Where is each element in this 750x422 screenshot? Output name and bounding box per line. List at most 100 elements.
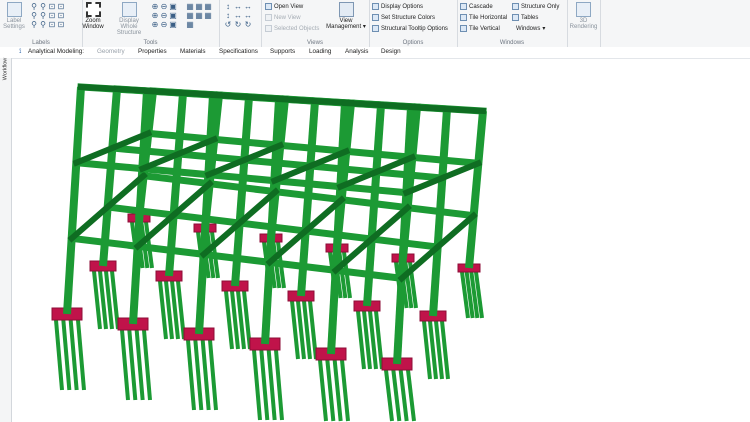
isometric-view-icon[interactable]: ▦ [186,3,194,11]
beam-member[interactable] [337,195,412,212]
beam-member[interactable] [367,235,442,251]
pile-member[interactable] [186,339,196,411]
pile-member[interactable] [406,369,416,422]
spin-right-icon[interactable]: ↻ [234,21,242,29]
pile-member[interactable] [54,319,64,391]
front-view-icon[interactable]: ▦ [195,3,203,11]
beam-member[interactable] [403,203,478,220]
bottom-view-icon[interactable]: ▦ [195,12,203,20]
pile-member[interactable] [398,369,409,422]
beam-member[interactable] [67,234,142,251]
label-settings-button[interactable]: Label Settings [2,2,26,30]
zoom-out-icon[interactable]: ⊖ [160,3,168,11]
rotate-right-icon[interactable]: ↔ [244,3,252,11]
set-structure-colors-button[interactable]: Set Structure Colors [372,14,435,21]
beam-member[interactable] [209,91,253,101]
zoom-dynamic-icon[interactable]: ⊕ [151,12,159,20]
beam-member[interactable] [144,129,219,144]
structure-3d-viewport[interactable] [12,59,750,422]
beam-member[interactable] [77,83,121,93]
beam-member[interactable] [205,179,280,196]
beam-member[interactable] [204,170,279,185]
zoom-previous-icon[interactable]: ⊖ [160,12,168,20]
beam-member[interactable] [408,153,483,168]
beam-member[interactable] [276,141,351,156]
column-member[interactable] [195,94,217,335]
column-member[interactable] [63,86,85,315]
pile-member[interactable] [391,369,402,422]
left-view-icon[interactable]: ▦ [204,12,212,20]
pile-member[interactable] [193,339,204,411]
column-member[interactable] [465,110,487,269]
beam-member[interactable] [407,103,451,113]
label-axis-icon[interactable]: ⊡ [57,21,65,29]
rotate-left-icon[interactable]: ↔ [234,3,242,11]
beam-member[interactable] [372,168,447,182]
structure-only-button[interactable]: Structure Only [512,3,559,10]
rotate-y-icon[interactable]: ↔ [234,12,242,20]
tab-materials[interactable]: Materials [180,48,206,55]
beam-member[interactable] [438,159,483,182]
zoom-all-icon[interactable]: ▣ [169,12,177,20]
beam-member[interactable] [270,176,345,191]
pile-member[interactable] [68,319,79,391]
beam-member[interactable] [169,211,244,227]
pile-member[interactable] [76,319,86,391]
rotate-up-icon[interactable]: ↕ [224,3,232,11]
pile-member[interactable] [384,369,394,422]
back-view-icon[interactable]: ▦ [204,3,212,11]
label-solid-icon[interactable]: ⊡ [57,3,65,11]
beam-member[interactable] [301,227,376,243]
pile-member[interactable] [127,329,138,401]
spin-reset-icon[interactable]: ↻ [244,21,252,29]
pile-member[interactable] [259,349,270,421]
open-view-button[interactable]: Open View [265,3,303,10]
column-member[interactable] [261,98,283,345]
zoom-region-icon[interactable]: ⊖ [160,21,168,29]
beam-member[interactable] [235,219,310,235]
label-release-icon[interactable]: ⊡ [57,12,65,20]
pile-member[interactable] [134,329,145,401]
beam-member[interactable] [72,144,117,167]
structural-tooltip-options-button[interactable]: Structural Tooltip Options [372,25,448,32]
beam-member[interactable] [275,95,319,105]
3d-rendering-button[interactable]: 3D Rendering [569,2,598,30]
pile-member[interactable] [252,349,262,421]
label-load-icon[interactable]: ⚲ [30,21,38,29]
beam-member[interactable] [199,250,274,267]
zoom-window-button[interactable]: Zoom Window [82,2,104,30]
view-management-button[interactable]: View Management ▾ [325,2,367,30]
tab-analytical-modeling[interactable]: Analytical Modeling: [28,48,84,55]
label-node-number-icon[interactable]: ⚲ [30,12,38,20]
beam-member[interactable] [174,150,249,164]
pile-member[interactable] [208,339,218,411]
label-beam-icon[interactable]: ⚲ [39,3,47,11]
windows-dropdown-button[interactable]: Windows ▾ [516,25,545,33]
structure-3d-model[interactable] [12,59,750,422]
beam-member[interactable] [72,158,147,173]
pile-member[interactable] [142,329,152,401]
label-plate-icon[interactable]: ⊡ [48,3,56,11]
beam-member[interactable] [133,242,208,259]
tab-properties[interactable]: Properties [138,48,167,55]
beam-member[interactable] [143,87,187,97]
spin-left-icon[interactable]: ↺ [224,21,232,29]
tab-supports[interactable]: Supports [270,48,295,55]
pile-member[interactable] [120,329,130,401]
beam-member[interactable] [443,105,487,115]
beam-member[interactable] [240,156,315,170]
beam-member[interactable] [108,144,183,158]
workflow-sidebar-tab[interactable]: Workflow [0,58,11,81]
pile-member[interactable] [318,359,328,422]
zoom-in-icon[interactable]: ⊕ [151,3,159,11]
tab-design[interactable]: Design [381,48,401,55]
label-support-icon[interactable]: ⊡ [48,12,56,20]
rotate-x-icon[interactable]: ↕ [224,12,232,20]
display-options-button[interactable]: Display Options [372,3,423,10]
tab-loading[interactable]: Loading [309,48,331,55]
pile-member[interactable] [200,339,211,411]
beam-member[interactable] [341,99,385,109]
beam-member[interactable] [210,135,285,150]
label-node-icon[interactable]: ⚲ [30,3,38,11]
display-whole-structure-button[interactable]: Display Whole Structure [110,2,148,36]
